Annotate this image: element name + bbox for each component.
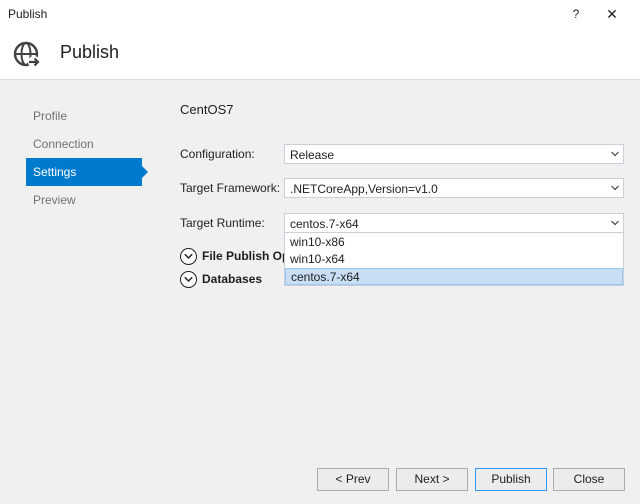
window-title: Publish: [8, 7, 48, 21]
runtime-value: centos.7-x64: [290, 217, 359, 231]
configuration-value: Release: [290, 148, 335, 162]
framework-select[interactable]: .NETCoreApp,Version=v1.0: [284, 178, 624, 198]
profile-name: CentOS7: [180, 102, 234, 117]
wizard-nav: Profile Connection Settings Preview: [26, 102, 148, 214]
nav-item-preview[interactable]: Preview: [26, 186, 148, 214]
framework-label: Target Framework:: [180, 181, 281, 195]
globe-publish-icon: [13, 41, 40, 68]
runtime-label: Target Runtime:: [180, 216, 265, 230]
runtime-option-win10-x64[interactable]: win10-x64: [285, 251, 623, 268]
next-button[interactable]: Next >: [396, 468, 468, 491]
chevron-down-icon: [611, 220, 619, 226]
runtime-dropdown-list: win10-x86 win10-x64 centos.7-x64: [284, 232, 624, 286]
configuration-select[interactable]: Release: [284, 144, 624, 164]
chevron-down-circle-icon: [180, 271, 197, 288]
runtime-select[interactable]: centos.7-x64: [284, 213, 624, 233]
publish-button[interactable]: Publish: [475, 468, 547, 491]
close-button[interactable]: Close: [553, 468, 625, 491]
framework-value: .NETCoreApp,Version=v1.0: [290, 182, 438, 196]
prev-button[interactable]: < Prev: [317, 468, 389, 491]
header-title: Publish: [60, 42, 120, 62]
databases-label: Databases: [202, 272, 263, 286]
title-bar: Publish ? ✕: [0, 0, 640, 28]
close-window-button[interactable]: ✕: [602, 4, 622, 24]
configuration-label: Configuration:: [180, 147, 255, 161]
nav-item-settings[interactable]: Settings: [26, 158, 148, 186]
chevron-down-circle-icon: [180, 248, 197, 265]
nav-item-profile[interactable]: Profile: [26, 102, 148, 130]
help-button[interactable]: ?: [566, 4, 586, 24]
chevron-down-icon: [611, 185, 619, 191]
dialog-header: Publish: [0, 28, 640, 80]
nav-item-connection[interactable]: Connection: [26, 130, 148, 158]
runtime-option-win10-x86[interactable]: win10-x86: [285, 234, 623, 251]
runtime-option-centos-7-x64[interactable]: centos.7-x64: [285, 268, 623, 285]
chevron-down-icon: [611, 151, 619, 157]
